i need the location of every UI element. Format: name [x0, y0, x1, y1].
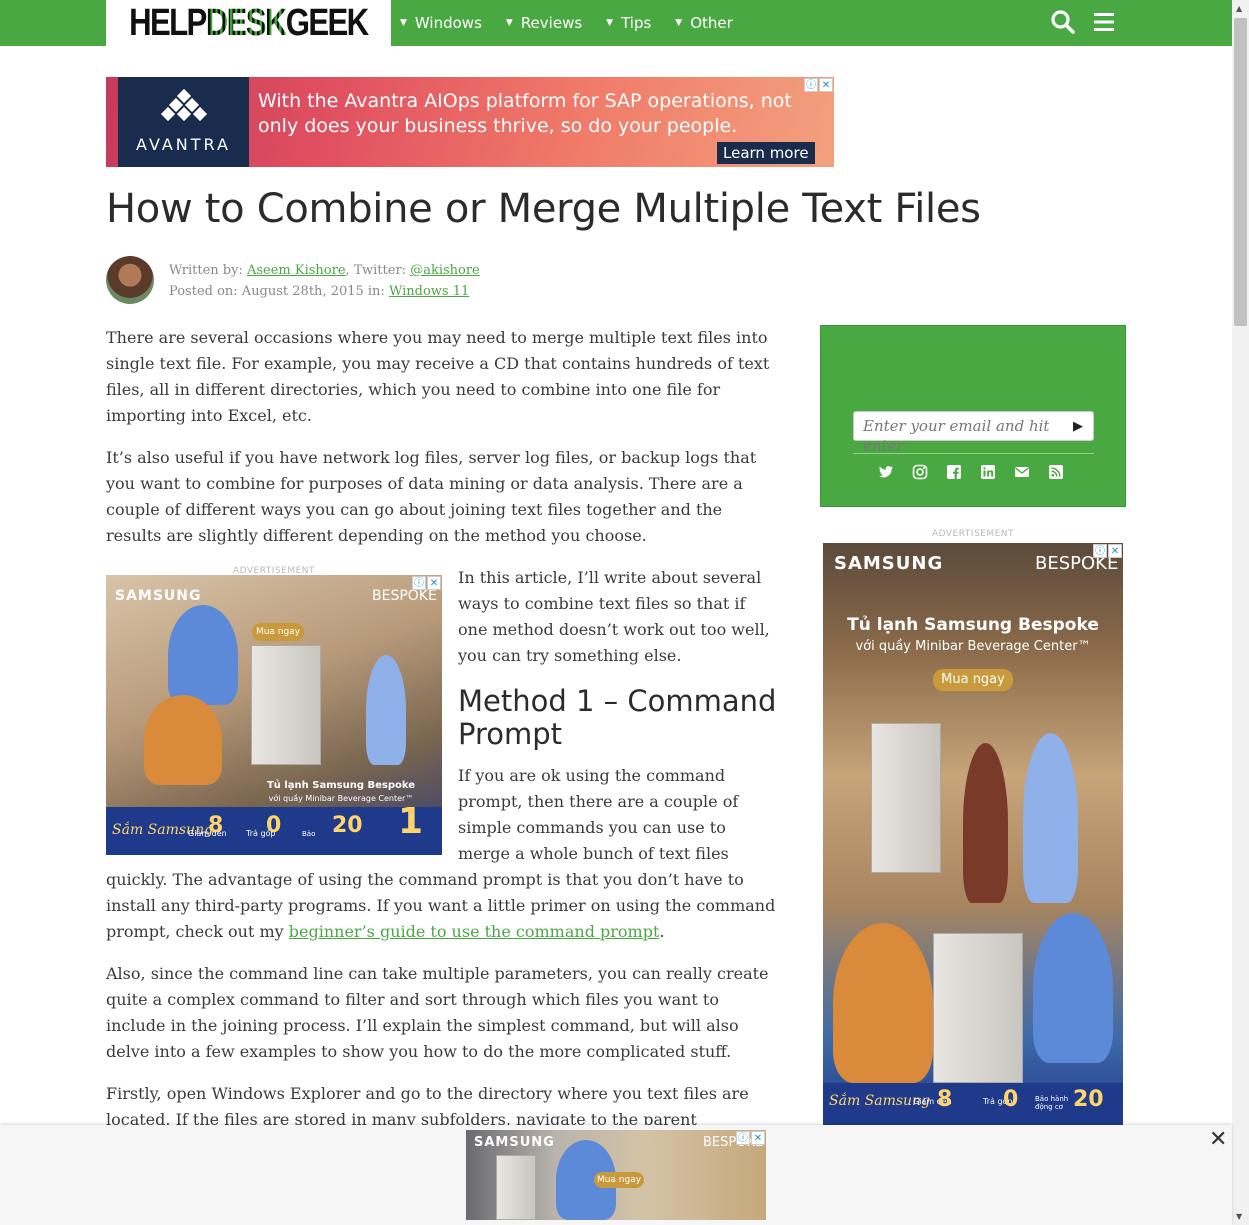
woman-figure	[1023, 733, 1078, 903]
rss-icon[interactable]	[1048, 464, 1064, 480]
caret-down-icon: ▼	[505, 18, 513, 28]
submit-arrow-icon[interactable]: ▶	[1073, 417, 1083, 437]
close-sticky-ad-icon[interactable]: ✕	[1209, 1127, 1227, 1152]
nav-item-windows[interactable]: ▼ Windows	[400, 14, 482, 32]
scrollbar-thumb[interactable]	[1234, 18, 1247, 326]
dancer-figure	[366, 655, 406, 765]
newsletter-box: Enter your email and hit enter ▶	[820, 325, 1126, 507]
samsung-sidebar-ad[interactable]: SAMSUNG BESPOKE Tủ lạnh Samsung Bespoke …	[823, 543, 1123, 1125]
fridge-image	[496, 1155, 536, 1220]
email-input[interactable]: Enter your email and hit enter ▶	[853, 411, 1094, 455]
ad-copy: With the Avantra AIOps platform for SAP …	[258, 90, 792, 137]
caret-down-icon: ▼	[675, 18, 683, 28]
scroll-up-icon[interactable]: ▲	[1236, 4, 1242, 13]
nav-item-tips[interactable]: ▼ Tips	[606, 14, 651, 32]
man-figure	[1033, 913, 1113, 1063]
man-figure	[168, 605, 238, 705]
close-ad-icon[interactable]: ✕	[819, 78, 833, 92]
command-prompt-guide-link[interactable]: beginner’s guide to use the command prom…	[289, 922, 660, 941]
paragraph: It’s also useful if you have network log…	[106, 448, 757, 545]
adchoices: ⓘ ✕	[736, 1131, 765, 1145]
main-nav: ▼ Windows ▼ Reviews ▼ Tips ▼ Other	[400, 0, 757, 46]
man-figure	[963, 743, 1008, 903]
scroll-down-icon[interactable]: ▼	[1236, 1212, 1242, 1221]
woman-figure	[833, 923, 933, 1083]
paragraph: There are several occasions where you ma…	[106, 328, 770, 425]
adchoices-icon[interactable]: ⓘ	[1093, 544, 1107, 558]
article-title: How to Combine or Merge Multiple Text Fi…	[106, 186, 981, 232]
fridge-image	[251, 645, 321, 765]
close-ad-icon[interactable]: ✕	[427, 576, 441, 590]
category-link[interactable]: Windows 11	[389, 284, 469, 299]
fridge-image	[933, 933, 1023, 1083]
close-ad-icon[interactable]: ✕	[1108, 544, 1122, 558]
article-body: There are several occasions where you ma…	[106, 325, 778, 1175]
nav-item-reviews[interactable]: ▼ Reviews	[506, 14, 582, 32]
fridge-image	[871, 723, 941, 873]
promo-strip: Sắm Samsung Giảm đến 8 Trả góp 0 Bảo hàn…	[106, 804, 442, 855]
samsung-sticky-ad[interactable]: SAMSUNG BESPOKE Mua ngay ⓘ ✕	[466, 1130, 766, 1220]
learn-more-button[interactable]: Learn more	[717, 142, 815, 164]
adchoices: ⓘ ✕	[804, 78, 833, 92]
top-banner-ad[interactable]: AVANTRA With the Avantra AIOps platform …	[106, 77, 834, 167]
ad-label: ADVERTISEMENT	[931, 529, 1015, 539]
avantra-logo: AVANTRA	[118, 77, 249, 167]
article-meta: Written by: Aseem Kishore, Twitter: @aki…	[169, 263, 480, 299]
adchoices-icon[interactable]: ⓘ	[804, 78, 818, 92]
samsung-inline-ad[interactable]: SAMSUNG BESPOKE Mua ngay Tủ lạnh Samsung…	[106, 575, 442, 855]
caret-down-icon: ▼	[400, 18, 407, 28]
inline-ad-container: ADVERTISEMENT SAMSUNG BESPOKE Mua ngay T…	[106, 565, 442, 855]
author-link[interactable]: Aseem Kishore	[247, 263, 346, 278]
adchoices-icon[interactable]: ⓘ	[736, 1131, 750, 1145]
email-icon[interactable]	[1014, 464, 1030, 480]
woman-figure	[144, 695, 222, 785]
header-actions	[1050, 9, 1116, 35]
author-avatar[interactable]	[106, 256, 154, 304]
social-links	[878, 464, 1064, 480]
adchoices-icon[interactable]: ⓘ	[412, 576, 426, 590]
nav-item-other[interactable]: ▼ Other	[675, 14, 733, 32]
twitter-icon[interactable]	[878, 464, 894, 480]
site-logo[interactable]: HELPDESKGEEK	[106, 0, 391, 46]
logo-wordmark: HELPDESKGEEK	[129, 1, 369, 44]
adchoices: ⓘ ✕	[412, 576, 441, 590]
close-ad-icon[interactable]: ✕	[751, 1131, 765, 1145]
instagram-icon[interactable]	[912, 464, 928, 480]
avantra-mark-icon	[160, 88, 207, 127]
facebook-icon[interactable]	[946, 464, 962, 480]
linkedin-icon[interactable]	[980, 464, 996, 480]
adchoices: ⓘ ✕	[1093, 544, 1122, 558]
twitter-link[interactable]: @akishore	[410, 263, 480, 278]
caret-down-icon: ▼	[606, 18, 614, 28]
sticky-footer-ad: SAMSUNG BESPOKE Mua ngay ⓘ ✕ ✕	[0, 1125, 1232, 1225]
search-icon[interactable]	[1050, 9, 1076, 35]
promo-strip: Sắm Samsung Giảm đến 8 Trả góp 0 Bảo hàn…	[823, 1083, 1123, 1125]
paragraph: Also, since the command line can take mu…	[106, 964, 769, 1061]
hamburger-menu-icon[interactable]	[1092, 9, 1116, 35]
divider	[853, 453, 1094, 454]
